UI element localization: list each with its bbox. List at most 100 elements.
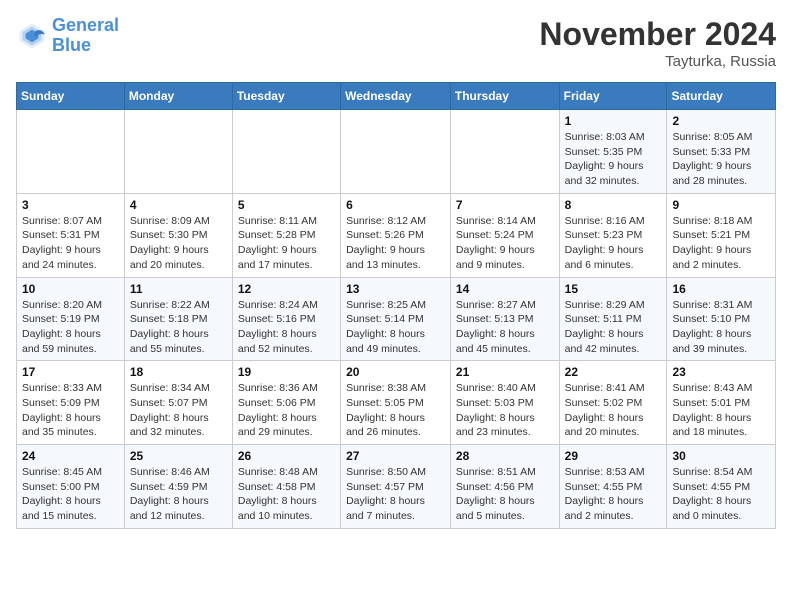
day-info: Sunrise: 8:18 AMSunset: 5:21 PMDaylight:… — [672, 214, 770, 273]
logo-line2: Blue — [52, 35, 91, 55]
header-row: SundayMondayTuesdayWednesdayThursdayFrid… — [17, 83, 776, 110]
logo-text: General Blue — [52, 16, 119, 56]
day-number: 16 — [672, 282, 770, 296]
calendar-week: 3Sunrise: 8:07 AMSunset: 5:31 PMDaylight… — [17, 193, 776, 277]
calendar-cell: 17 Sunrise: 8:33 AMSunset: 5:09 PMDayligh… — [17, 361, 125, 445]
calendar-cell: 23 Sunrise: 8:43 AMSunset: 5:01 PMDayligh… — [667, 361, 776, 445]
day-info: Sunrise: 8:09 AMSunset: 5:30 PMDaylight:… — [130, 214, 227, 273]
calendar-cell — [232, 110, 340, 194]
calendar-cell: 11 Sunrise: 8:22 AMSunset: 5:18 PMDayligh… — [124, 277, 232, 361]
calendar-cell: 9 Sunrise: 8:18 AMSunset: 5:21 PMDaylight… — [667, 193, 776, 277]
day-number: 6 — [346, 198, 445, 212]
day-number: 14 — [456, 282, 554, 296]
day-number: 22 — [565, 365, 662, 379]
calendar-cell: 27 Sunrise: 8:50 AMSunset: 4:57 PMDayligh… — [341, 445, 451, 529]
day-number: 1 — [565, 114, 662, 128]
calendar-cell: 22 Sunrise: 8:41 AMSunset: 5:02 PMDayligh… — [559, 361, 667, 445]
day-number: 5 — [238, 198, 335, 212]
day-info: Sunrise: 8:45 AMSunset: 5:00 PMDaylight:… — [22, 465, 119, 524]
day-number: 20 — [346, 365, 445, 379]
day-info: Sunrise: 8:20 AMSunset: 5:19 PMDaylight:… — [22, 298, 119, 357]
day-info: Sunrise: 8:51 AMSunset: 4:56 PMDaylight:… — [456, 465, 554, 524]
day-number: 29 — [565, 449, 662, 463]
month-title: November 2024 — [539, 16, 776, 53]
day-number: 9 — [672, 198, 770, 212]
day-info: Sunrise: 8:14 AMSunset: 5:24 PMDaylight:… — [456, 214, 554, 273]
day-info: Sunrise: 8:31 AMSunset: 5:10 PMDaylight:… — [672, 298, 770, 357]
day-info: Sunrise: 8:29 AMSunset: 5:11 PMDaylight:… — [565, 298, 662, 357]
calendar-cell: 26 Sunrise: 8:48 AMSunset: 4:58 PMDayligh… — [232, 445, 340, 529]
day-info: Sunrise: 8:33 AMSunset: 5:09 PMDaylight:… — [22, 381, 119, 440]
day-number: 12 — [238, 282, 335, 296]
calendar-body: 1 Sunrise: 8:03 AMSunset: 5:35 PMDaylight… — [17, 110, 776, 529]
logo: General Blue — [16, 16, 119, 56]
day-info: Sunrise: 8:36 AMSunset: 5:06 PMDaylight:… — [238, 381, 335, 440]
day-number: 24 — [22, 449, 119, 463]
calendar-header: SundayMondayTuesdayWednesdayThursdayFrid… — [17, 83, 776, 110]
calendar-cell: 19 Sunrise: 8:36 AMSunset: 5:06 PMDayligh… — [232, 361, 340, 445]
calendar-cell — [450, 110, 559, 194]
day-info: Sunrise: 8:27 AMSunset: 5:13 PMDaylight:… — [456, 298, 554, 357]
day-number: 13 — [346, 282, 445, 296]
header-day: Sunday — [17, 83, 125, 110]
day-number: 18 — [130, 365, 227, 379]
calendar-cell: 16 Sunrise: 8:31 AMSunset: 5:10 PMDayligh… — [667, 277, 776, 361]
day-info: Sunrise: 8:11 AMSunset: 5:28 PMDaylight:… — [238, 214, 335, 273]
day-info: Sunrise: 8:38 AMSunset: 5:05 PMDaylight:… — [346, 381, 445, 440]
calendar-cell: 29Sunrise: 8:53 AMSunset: 4:55 PMDayligh… — [559, 445, 667, 529]
logo-line1: General — [52, 15, 119, 35]
day-number: 15 — [565, 282, 662, 296]
calendar-cell: 30 Sunrise: 8:54 AMSunset: 4:55 PMDayligh… — [667, 445, 776, 529]
day-info: Sunrise: 8:43 AMSunset: 5:01 PMDaylight:… — [672, 381, 770, 440]
day-info: Sunrise: 8:03 AMSunset: 5:35 PMDaylight:… — [565, 130, 662, 189]
calendar-week: 24 Sunrise: 8:45 AMSunset: 5:00 PMDayligh… — [17, 445, 776, 529]
day-number: 28 — [456, 449, 554, 463]
calendar-cell — [341, 110, 451, 194]
day-number: 7 — [456, 198, 554, 212]
calendar-cell: 3Sunrise: 8:07 AMSunset: 5:31 PMDaylight… — [17, 193, 125, 277]
calendar-cell — [17, 110, 125, 194]
day-number: 26 — [238, 449, 335, 463]
day-info: Sunrise: 8:12 AMSunset: 5:26 PMDaylight:… — [346, 214, 445, 273]
day-info: Sunrise: 8:16 AMSunset: 5:23 PMDaylight:… — [565, 214, 662, 273]
calendar-cell: 13 Sunrise: 8:25 AMSunset: 5:14 PMDayligh… — [341, 277, 451, 361]
day-info: Sunrise: 8:48 AMSunset: 4:58 PMDaylight:… — [238, 465, 335, 524]
calendar-cell: 6 Sunrise: 8:12 AMSunset: 5:26 PMDaylight… — [341, 193, 451, 277]
day-number: 11 — [130, 282, 227, 296]
day-number: 8 — [565, 198, 662, 212]
day-info: Sunrise: 8:46 AMSunset: 4:59 PMDaylight:… — [130, 465, 227, 524]
day-number: 2 — [672, 114, 770, 128]
day-info: Sunrise: 8:41 AMSunset: 5:02 PMDaylight:… — [565, 381, 662, 440]
calendar-cell: 25 Sunrise: 8:46 AMSunset: 4:59 PMDayligh… — [124, 445, 232, 529]
day-info: Sunrise: 8:40 AMSunset: 5:03 PMDaylight:… — [456, 381, 554, 440]
calendar-cell: 5 Sunrise: 8:11 AMSunset: 5:28 PMDaylight… — [232, 193, 340, 277]
day-info: Sunrise: 8:54 AMSunset: 4:55 PMDaylight:… — [672, 465, 770, 524]
day-number: 19 — [238, 365, 335, 379]
page-header: General Blue November 2024 Tayturka, Rus… — [16, 16, 776, 70]
day-info: Sunrise: 8:34 AMSunset: 5:07 PMDaylight:… — [130, 381, 227, 440]
day-number: 30 — [672, 449, 770, 463]
header-day: Tuesday — [232, 83, 340, 110]
day-number: 25 — [130, 449, 227, 463]
calendar: SundayMondayTuesdayWednesdayThursdayFrid… — [16, 82, 776, 529]
calendar-cell: 24 Sunrise: 8:45 AMSunset: 5:00 PMDayligh… — [17, 445, 125, 529]
day-number: 4 — [130, 198, 227, 212]
header-day: Saturday — [667, 83, 776, 110]
calendar-cell — [124, 110, 232, 194]
day-info: Sunrise: 8:05 AMSunset: 5:33 PMDaylight:… — [672, 130, 770, 189]
day-number: 17 — [22, 365, 119, 379]
day-number: 27 — [346, 449, 445, 463]
day-number: 23 — [672, 365, 770, 379]
day-number: 10 — [22, 282, 119, 296]
calendar-cell: 2 Sunrise: 8:05 AMSunset: 5:33 PMDaylight… — [667, 110, 776, 194]
location: Tayturka, Russia — [539, 53, 776, 70]
calendar-cell: 12Sunrise: 8:24 AMSunset: 5:16 PMDayligh… — [232, 277, 340, 361]
calendar-week: 17 Sunrise: 8:33 AMSunset: 5:09 PMDayligh… — [17, 361, 776, 445]
header-day: Thursday — [450, 83, 559, 110]
calendar-cell: 7 Sunrise: 8:14 AMSunset: 5:24 PMDaylight… — [450, 193, 559, 277]
calendar-cell: 4 Sunrise: 8:09 AMSunset: 5:30 PMDaylight… — [124, 193, 232, 277]
calendar-week: 10 Sunrise: 8:20 AMSunset: 5:19 PMDayligh… — [17, 277, 776, 361]
day-info: Sunrise: 8:50 AMSunset: 4:57 PMDaylight:… — [346, 465, 445, 524]
day-info: Sunrise: 8:25 AMSunset: 5:14 PMDaylight:… — [346, 298, 445, 357]
day-info: Sunrise: 8:22 AMSunset: 5:18 PMDaylight:… — [130, 298, 227, 357]
